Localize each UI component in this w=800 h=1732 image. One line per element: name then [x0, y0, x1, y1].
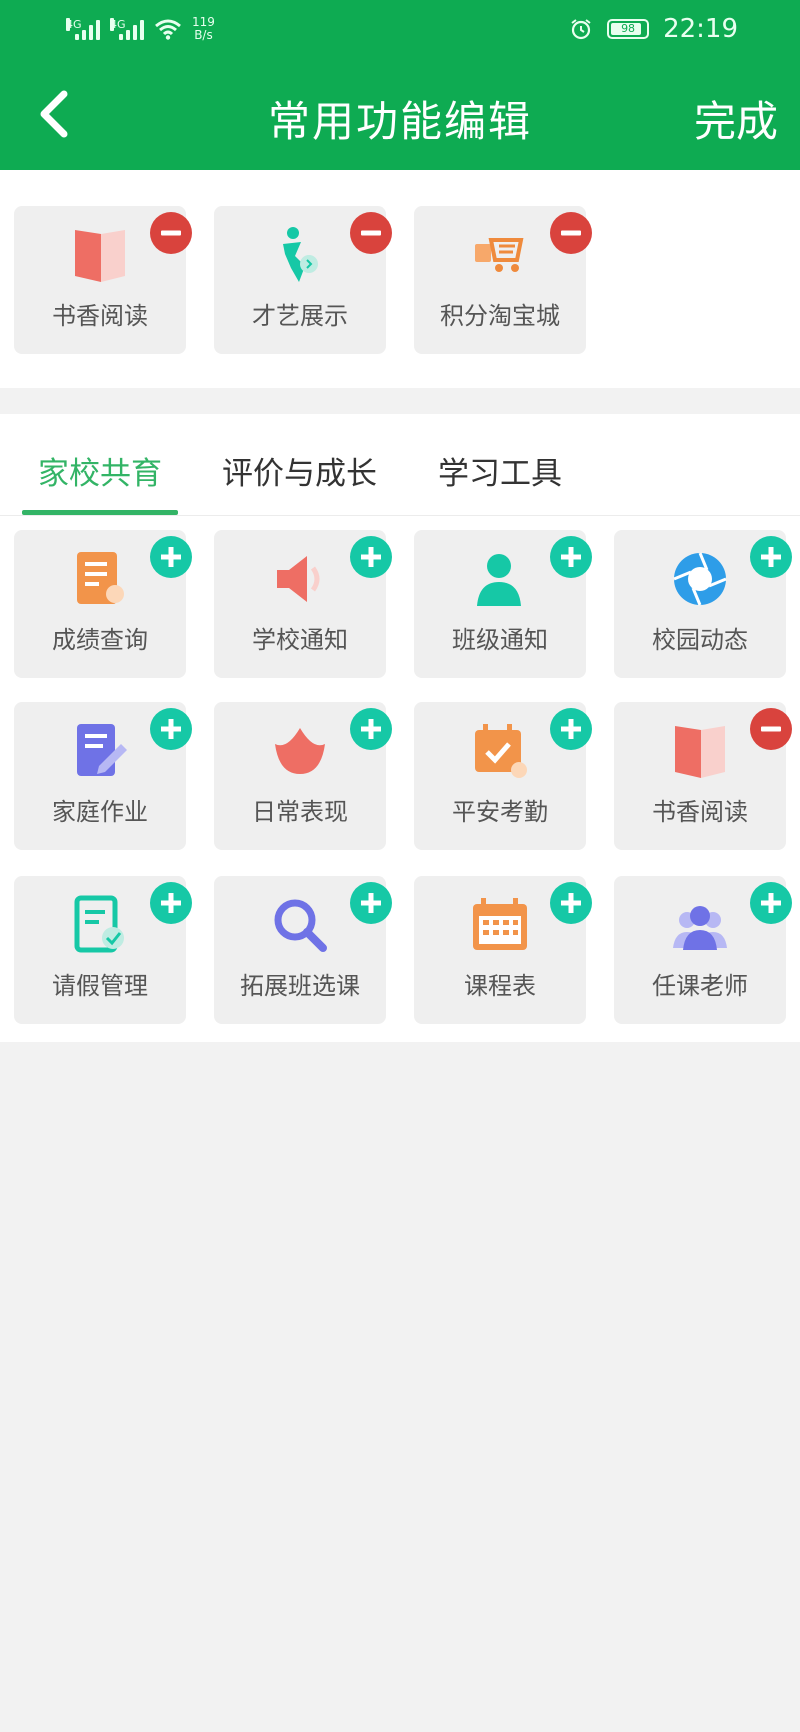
favorite-tile[interactable]: 书香阅读 [14, 206, 192, 354]
plus-icon [761, 547, 781, 567]
remove-button[interactable] [750, 708, 792, 750]
add-button[interactable] [350, 708, 392, 750]
alarm-icon [571, 19, 591, 40]
lotus-icon [275, 728, 325, 774]
tile-label: 家庭作业 [52, 798, 148, 826]
plus-icon [161, 893, 181, 913]
function-tile[interactable]: 任课老师 [614, 876, 792, 1024]
tile-label: 学校通知 [252, 626, 348, 654]
tile-label: 书香阅读 [652, 798, 748, 826]
tile-label: 班级通知 [452, 626, 548, 654]
add-button[interactable] [350, 882, 392, 924]
search-icon [274, 899, 327, 952]
function-tile[interactable]: 平安考勤 [414, 702, 592, 850]
battery-icon: 98 [607, 19, 650, 39]
minus-icon [161, 230, 181, 236]
tab-home-school[interactable]: 家校共育 [38, 448, 162, 493]
speaker-icon [277, 556, 320, 602]
favorites-panel: 书香阅读 才艺展示 积分淘宝城 [0, 170, 800, 388]
homework-icon [77, 724, 127, 776]
talent-icon [283, 227, 318, 282]
add-button[interactable] [150, 882, 192, 924]
function-tile[interactable]: 日常表现 [214, 702, 392, 850]
plus-icon [361, 893, 381, 913]
teachers-icon [673, 906, 727, 950]
signal-icon: 4G [66, 18, 100, 40]
shopping-cart-icon [475, 238, 524, 272]
add-button[interactable] [150, 708, 192, 750]
remove-button[interactable] [550, 212, 592, 254]
minus-icon [561, 230, 581, 236]
plus-icon [561, 893, 581, 913]
status-right: 98 22:19 [569, 14, 738, 44]
function-tile[interactable]: 请假管理 [14, 876, 192, 1024]
plus-icon [561, 547, 581, 567]
add-button[interactable] [550, 882, 592, 924]
calendar-check-icon [475, 724, 527, 778]
add-button[interactable] [550, 708, 592, 750]
book-icon [75, 230, 125, 282]
tile-label: 请假管理 [52, 972, 148, 1000]
minus-icon [761, 726, 781, 732]
tab-evaluation[interactable]: 评价与成长 [222, 448, 377, 493]
status-left: 4G 4G 119 B/s [66, 12, 215, 46]
tile-label: 课程表 [464, 972, 536, 1000]
remove-button[interactable] [350, 212, 392, 254]
plus-icon [761, 893, 781, 913]
aperture-icon [673, 552, 727, 606]
function-tile[interactable]: 成绩查询 [14, 530, 192, 678]
sim2-label: 4G [110, 18, 126, 31]
function-tile[interactable]: 课程表 [414, 876, 592, 1024]
plus-icon [161, 719, 181, 739]
book-icon [675, 726, 725, 778]
plus-icon [361, 547, 381, 567]
done-button[interactable]: 完成 [694, 88, 778, 149]
add-button[interactable] [750, 536, 792, 578]
add-button[interactable] [150, 536, 192, 578]
tab-study-tools[interactable]: 学习工具 [438, 448, 562, 493]
tile-label: 才艺展示 [252, 302, 348, 330]
add-button[interactable] [350, 536, 392, 578]
plus-icon [561, 719, 581, 739]
report-icon [77, 552, 124, 604]
sim1-label: 4G [66, 18, 82, 31]
minus-icon [361, 230, 381, 236]
leave-form-icon [74, 895, 124, 953]
tile-label: 成绩查询 [52, 626, 148, 654]
add-button[interactable] [550, 536, 592, 578]
tile-label: 平安考勤 [452, 798, 548, 826]
remove-button[interactable] [150, 212, 192, 254]
signal-icon-2: 4G [110, 18, 144, 40]
status-bar: 4G 4G 119 B/s 98 22:19 [0, 0, 800, 58]
function-tile[interactable]: 班级通知 [414, 530, 592, 678]
tile-label: 书香阅读 [52, 302, 148, 330]
plus-icon [361, 719, 381, 739]
app-header: 4G 4G 119 B/s 98 22:19 常用功能编辑 完成 [0, 0, 800, 170]
function-tile[interactable]: 拓展班选课 [214, 876, 392, 1024]
net-speed: 119 B/s [192, 16, 215, 42]
tile-label: 任课老师 [652, 972, 748, 1000]
add-button[interactable] [750, 882, 792, 924]
net-speed-unit: B/s [194, 28, 213, 42]
tile-label: 校园动态 [652, 626, 748, 654]
tile-label: 积分淘宝城 [440, 302, 560, 330]
function-tile[interactable]: 家庭作业 [14, 702, 192, 850]
favorite-tile[interactable]: 积分淘宝城 [414, 206, 592, 354]
battery-level: 98 [621, 22, 636, 35]
function-tile[interactable]: 学校通知 [214, 530, 392, 678]
status-time: 22:19 [663, 14, 738, 44]
person-icon [477, 554, 521, 606]
tile-label: 日常表现 [252, 798, 348, 826]
timetable-icon [473, 898, 527, 950]
function-tile[interactable]: 校园动态 [614, 530, 792, 678]
wifi-icon [155, 19, 181, 40]
favorite-tile[interactable]: 才艺展示 [214, 206, 392, 354]
function-tile[interactable]: 书香阅读 [614, 702, 792, 850]
tab-divider [0, 515, 800, 516]
plus-icon [161, 547, 181, 567]
tile-label: 拓展班选课 [240, 972, 360, 1000]
page-title: 常用功能编辑 [267, 97, 532, 146]
